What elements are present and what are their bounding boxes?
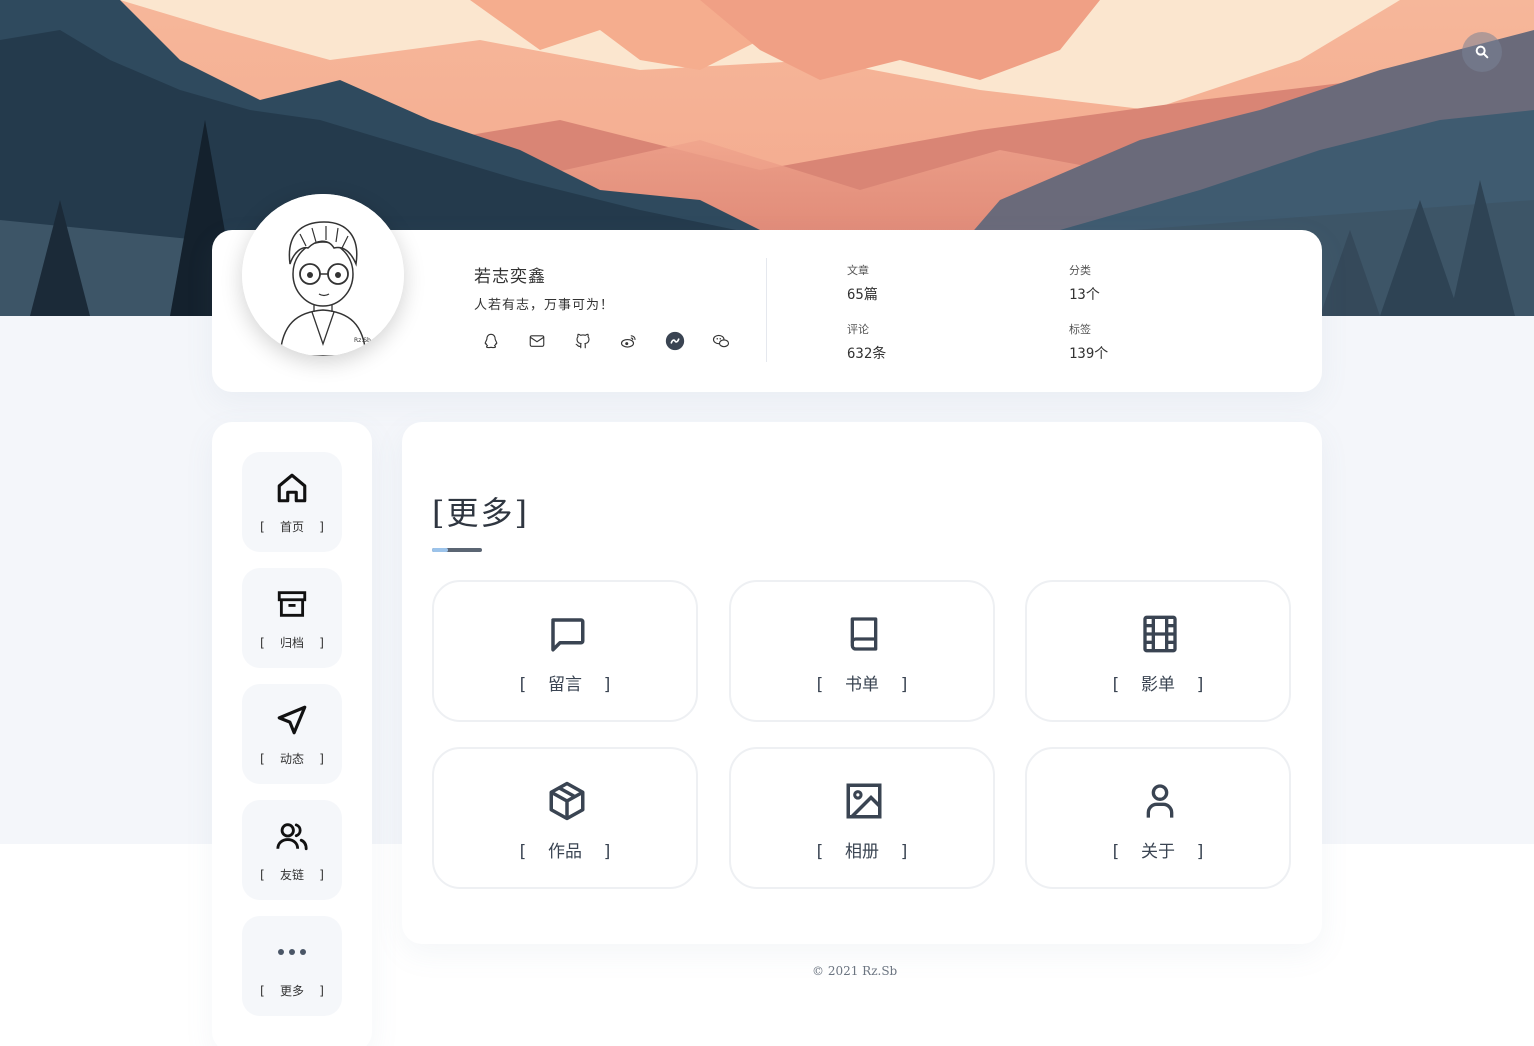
title-underline-accent	[432, 548, 448, 552]
profile-divider	[766, 258, 767, 362]
tile-label: [ 作品 ]	[517, 842, 613, 862]
social-links	[480, 330, 732, 352]
stat-value: 632条	[847, 346, 887, 362]
tile-guestbook[interactable]: [ 留言 ]	[432, 580, 698, 722]
bilibili-icon	[665, 331, 685, 351]
sidebar-item-friends[interactable]: [ 友链 ]	[242, 800, 342, 900]
qq-icon	[484, 333, 498, 349]
stat-tags[interactable]: 标签 139个	[1069, 321, 1108, 363]
stat-label: 分类	[1069, 264, 1091, 277]
tile-album[interactable]: [ 相册 ]	[729, 747, 995, 889]
sidebar-item-label: [ 更多 ]	[258, 984, 326, 998]
profile-motto: 人若有志，万事可为！	[474, 298, 615, 313]
page-title: [更多]	[432, 494, 529, 532]
sidebar-item-label: [ 归档 ]	[258, 636, 326, 650]
bilibili-link[interactable]	[664, 330, 686, 352]
sidebar-item-label: [ 友链 ]	[258, 868, 326, 882]
tile-about[interactable]: [ 关于 ]	[1025, 747, 1291, 889]
sidebar-item-label: [ 首页 ]	[258, 520, 326, 534]
box-icon	[545, 779, 589, 823]
sidebar-item-more[interactable]: [ 更多 ]	[242, 916, 342, 1016]
stat-label: 评论	[847, 323, 869, 336]
avatar-illustration: Rz.Sb	[242, 194, 404, 356]
search-button[interactable]	[1462, 32, 1502, 72]
tile-label: [ 留言 ]	[517, 675, 613, 695]
film-icon	[1138, 612, 1182, 656]
github-link[interactable]	[572, 330, 594, 352]
home-icon	[274, 470, 310, 506]
sidebar-item-label: [ 动态 ]	[258, 752, 326, 766]
stat-value: 13个	[1069, 287, 1100, 303]
sidebar-item-moments[interactable]: [ 动态 ]	[242, 684, 342, 784]
weibo-link[interactable]	[618, 330, 640, 352]
avatar[interactable]: Rz.Sb	[242, 194, 404, 356]
profile-name: 若志奕鑫	[474, 267, 546, 287]
mail-icon	[529, 335, 545, 347]
sidebar-item-home[interactable]: [ 首页 ]	[242, 452, 342, 552]
wechat-icon	[712, 334, 730, 348]
book-icon	[842, 612, 886, 656]
tile-books[interactable]: [ 书单 ]	[729, 580, 995, 722]
main-card: [更多] [ 留言 ] [ 书单 ] [ 影单 ] [ 作品 ] [ 相册 ]	[402, 422, 1322, 944]
user-icon	[1138, 779, 1182, 823]
tile-label: [ 影单 ]	[1110, 675, 1206, 695]
sidebar-nav: [ 首页 ] [ 归档 ] [ 动态 ] [ 友链 ] [ 更多 ]	[212, 422, 372, 1046]
github-icon	[575, 333, 590, 349]
stat-value: 139个	[1069, 346, 1109, 362]
search-icon	[1475, 45, 1489, 59]
message-icon	[545, 612, 589, 656]
tile-movies[interactable]: [ 影单 ]	[1025, 580, 1291, 722]
tile-label: [ 关于 ]	[1110, 842, 1206, 862]
tile-label: [ 相册 ]	[814, 842, 910, 862]
image-icon	[842, 779, 886, 823]
stat-value: 65篇	[847, 287, 878, 303]
wechat-link[interactable]	[710, 330, 732, 352]
stat-comments[interactable]: 评论 632条	[847, 321, 886, 363]
tile-label: [ 书单 ]	[814, 675, 910, 695]
stat-label: 文章	[847, 264, 869, 277]
stat-articles[interactable]: 文章 65篇	[847, 262, 878, 304]
weibo-icon	[620, 335, 636, 348]
sidebar-item-archive[interactable]: [ 归档 ]	[242, 568, 342, 668]
more-icon	[274, 934, 310, 970]
archive-icon	[274, 586, 310, 622]
stat-label: 标签	[1069, 323, 1091, 336]
qq-link[interactable]	[480, 330, 502, 352]
footer-copyright: © 2021 Rz.Sb	[812, 964, 898, 978]
mail-link[interactable]	[526, 330, 548, 352]
users-icon	[274, 818, 310, 854]
tile-works[interactable]: [ 作品 ]	[432, 747, 698, 889]
navigation-icon	[274, 702, 310, 738]
stat-categories[interactable]: 分类 13个	[1069, 262, 1100, 304]
